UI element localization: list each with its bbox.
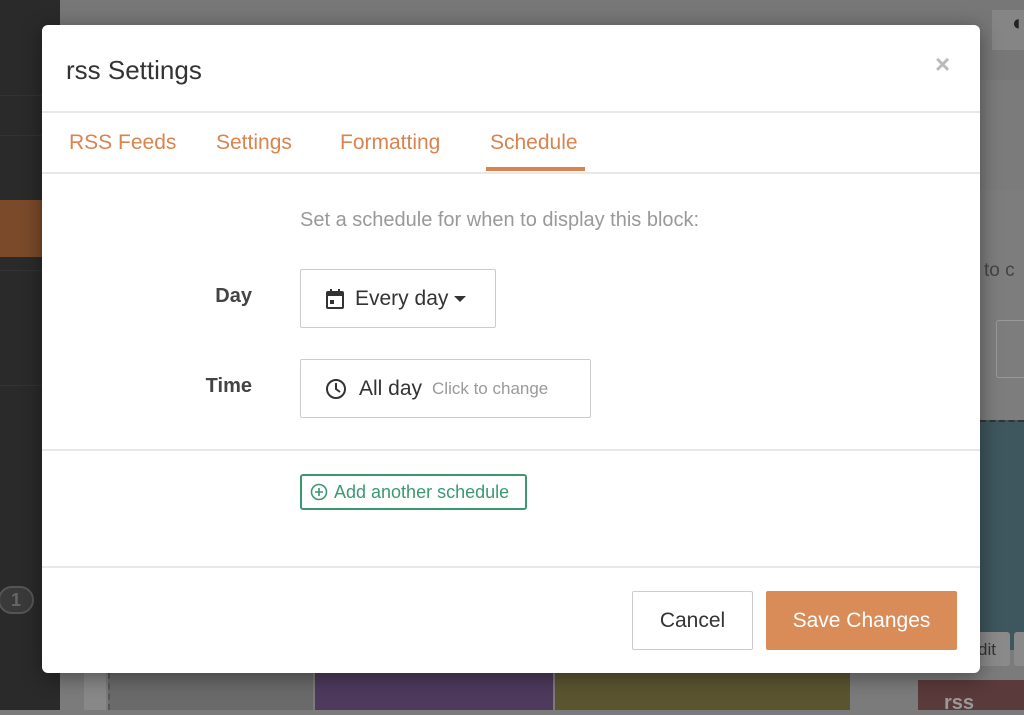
count-badge: 1 (0, 586, 34, 614)
divider (42, 111, 980, 113)
modal-title: rss Settings (66, 55, 202, 85)
day-dropdown[interactable]: Every day (300, 269, 496, 328)
purple-block (315, 673, 553, 710)
time-label: Time (205, 375, 252, 397)
background-input[interactable] (996, 320, 1024, 378)
caret-down-icon (454, 295, 467, 302)
settings-modal: rss Settings × RSS Feeds Settings Format… (42, 25, 980, 673)
divider (42, 172, 980, 174)
active-tab-indicator (486, 167, 585, 171)
gray-block (108, 673, 313, 710)
day-label: Day (215, 285, 252, 307)
calendar-icon (326, 288, 344, 309)
clock-icon (326, 378, 346, 399)
time-hint: Click to change (432, 378, 549, 398)
block-button[interactable] (1014, 632, 1024, 666)
schedule-intro: Set a schedule for when to display this … (300, 209, 700, 231)
tab-settings[interactable]: Settings (216, 131, 292, 155)
tab-rss-feeds[interactable]: RSS Feeds (69, 131, 176, 155)
divider (42, 449, 980, 451)
rss-block[interactable]: rss (918, 680, 1024, 714)
column-block (84, 673, 106, 710)
yellow-block (555, 673, 850, 710)
tab-formatting[interactable]: Formatting (340, 131, 440, 155)
add-schedule-label: Add another schedule (334, 481, 510, 502)
close-icon[interactable]: × (935, 49, 950, 80)
eye-icon[interactable]: ◐ (992, 10, 1024, 50)
right-panel (980, 190, 1024, 420)
tab-schedule[interactable]: Schedule (490, 131, 578, 155)
save-changes-button[interactable]: Save Changes (766, 591, 957, 650)
sidebar-active-item[interactable] (0, 200, 42, 257)
plus-circle-icon (310, 483, 328, 501)
add-schedule-button[interactable]: Add another schedule (300, 474, 527, 510)
time-value: All day (359, 376, 423, 400)
divider (42, 566, 980, 568)
day-value: Every day (355, 286, 449, 310)
teal-block (980, 420, 1024, 650)
cancel-button[interactable]: Cancel (632, 591, 753, 650)
time-picker[interactable]: All day Click to change (300, 359, 591, 418)
background-text: to c (984, 260, 1015, 281)
